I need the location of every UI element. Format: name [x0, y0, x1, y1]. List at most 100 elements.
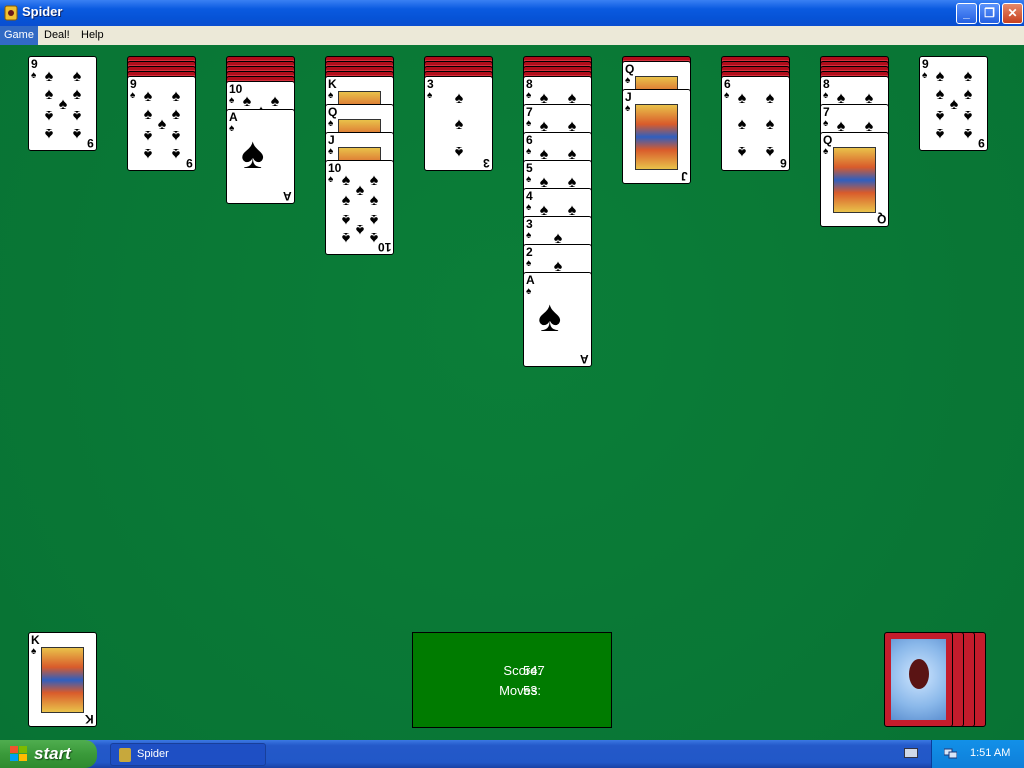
card-rank: 9	[130, 77, 137, 91]
spade-icon: ♠	[72, 125, 82, 142]
face-card-art	[833, 147, 876, 213]
card-rank: 7	[823, 105, 830, 119]
maximize-button[interactable]: ❐	[979, 3, 1000, 24]
spade-icon: ♠	[538, 292, 562, 341]
menu-help[interactable]: Help	[77, 26, 108, 45]
spade-icon: ♠	[270, 93, 280, 110]
spade-icon: ♠	[31, 70, 37, 81]
card-9-spades[interactable]: 9 ♠ 9 ♠ ♠ ♠ ♠ ♠ ♠ ♠ ♠ ♠	[127, 76, 196, 171]
card-rank: 9	[31, 57, 38, 71]
card-6-spades[interactable]: 6♠6♠♠♠♠♠♠	[721, 76, 790, 171]
system-tray: 1:51 AM	[931, 740, 1024, 768]
card-rank: J	[625, 90, 632, 104]
card-rank-bottom: A	[580, 352, 589, 366]
card-rank: K	[328, 77, 337, 91]
spider-web-icon	[891, 639, 946, 720]
spade-icon: ♠	[369, 172, 379, 189]
card-3-spades[interactable]: 3♠3♠♠♠	[424, 76, 493, 171]
face-card-art	[41, 647, 84, 713]
spade-icon: ♠	[241, 129, 265, 178]
spade-icon: ♠	[625, 75, 631, 86]
card-rank-bottom: 3	[483, 156, 490, 170]
minimize-button[interactable]: _	[956, 3, 977, 24]
moves-value: 53	[523, 683, 538, 698]
spade-icon: ♠	[823, 118, 829, 129]
card-rank-bottom: A	[283, 189, 292, 203]
card-rank-bottom: Q	[876, 212, 886, 226]
spade-icon: ♠	[369, 192, 379, 209]
card-J-spades[interactable]: J♠J	[622, 89, 691, 184]
spider-icon	[909, 659, 929, 689]
spade-icon: ♠	[72, 107, 82, 124]
spade-icon: ♠	[526, 146, 532, 157]
spade-icon: ♠	[341, 192, 351, 209]
spade-icon: ♠	[526, 258, 532, 269]
start-button[interactable]: start	[0, 740, 97, 768]
spade-icon: ♠	[328, 90, 334, 101]
spade-icon: ♠	[526, 118, 532, 129]
spade-icon: ♠	[625, 103, 631, 114]
face-card-art	[635, 104, 678, 170]
menu-deal[interactable]: Deal!	[40, 26, 74, 45]
spade-icon: ♠	[935, 107, 945, 124]
card-rank: 3	[427, 77, 434, 91]
card-rank: 3	[526, 217, 533, 231]
card-rank: Q	[328, 105, 338, 119]
spade-icon: ♠	[369, 211, 379, 228]
spade-icon: ♠	[171, 127, 181, 144]
spade-icon: ♠	[72, 86, 82, 103]
card-K-spades: K ♠ K	[28, 632, 97, 727]
spade-icon: ♠	[823, 146, 829, 157]
title-bar[interactable]: Spider _ ❐ ✕	[0, 0, 1024, 26]
spade-icon: ♠	[526, 286, 532, 297]
card-rank-bottom: 6	[780, 156, 787, 170]
spade-icon: ♠	[454, 116, 464, 133]
spade-icon: ♠	[737, 90, 747, 107]
network-icon[interactable]	[944, 747, 957, 759]
card-10-spades[interactable]: 10♠10♠♠♠♠♠♠♠♠♠♠	[325, 160, 394, 255]
spade-icon: ♠	[765, 90, 775, 107]
close-button[interactable]: ✕	[1002, 3, 1023, 24]
spade-icon: ♠	[143, 145, 153, 162]
card-A-spades[interactable]: A ♠ A ♠	[523, 272, 592, 367]
spade-icon: ♠	[922, 70, 928, 81]
card-rank: A	[229, 110, 238, 124]
card-rank: 5	[526, 161, 533, 175]
card-A-spades[interactable]: A ♠ A ♠	[226, 109, 295, 204]
score-panel: Score: 547 Moves: 53	[412, 632, 612, 728]
stock-card[interactable]	[884, 632, 953, 727]
spade-icon: ♠	[526, 174, 532, 185]
spade-icon: ♠	[765, 116, 775, 133]
menu-game[interactable]: Game	[0, 26, 38, 45]
play-area: 9♠9♠♠♠♠♠♠♠♠♠9♠9♠♠♠♠♠♠♠♠♠10♠10♠♠♠♠♠♠♠♠♠♠A…	[0, 45, 1024, 740]
spade-icon: ♠	[44, 68, 54, 85]
spider-window: Spider _ ❐ ✕ Game Deal! Help 9 ♠ 9 ♠ ♠ ♠ ♠ ♠ ♠ ♠ ♠…	[0, 0, 1024, 768]
spade-icon: ♠	[737, 116, 747, 133]
spider-app-icon	[119, 748, 131, 762]
keyboard-icon[interactable]	[904, 748, 918, 758]
card-rank: 4	[526, 189, 533, 203]
card-9-spades[interactable]: 9 ♠ 9 ♠ ♠ ♠ ♠ ♠ ♠ ♠ ♠ ♠	[919, 56, 988, 151]
spade-icon: ♠	[328, 118, 334, 129]
card-Q-spades[interactable]: Q♠Q	[820, 132, 889, 227]
spade-icon: ♠	[765, 143, 775, 160]
spade-icon: ♠	[454, 143, 464, 160]
spade-icon: ♠	[369, 229, 379, 246]
card-rank-bottom: 9	[978, 136, 985, 150]
spade-icon: ♠	[171, 106, 181, 123]
spade-icon: ♠	[963, 86, 973, 103]
spade-icon: ♠	[427, 90, 433, 101]
card-rank: 2	[526, 245, 533, 259]
card-rank-bottom: 9	[186, 156, 193, 170]
card-rank: 7	[526, 105, 533, 119]
card-9-spades[interactable]: 9 ♠ 9 ♠ ♠ ♠ ♠ ♠ ♠ ♠ ♠ ♠	[28, 56, 97, 151]
spade-icon: ♠	[737, 143, 747, 160]
card-rank: Q	[823, 133, 833, 147]
spade-icon: ♠	[72, 68, 82, 85]
taskbar-item-spider[interactable]: Spider	[110, 743, 266, 766]
spade-icon: ♠	[724, 90, 730, 101]
spider-app-icon	[4, 5, 18, 21]
spade-icon: ♠	[935, 125, 945, 142]
clock: 1:51 AM	[970, 747, 1011, 759]
spade-icon: ♠	[526, 202, 532, 213]
